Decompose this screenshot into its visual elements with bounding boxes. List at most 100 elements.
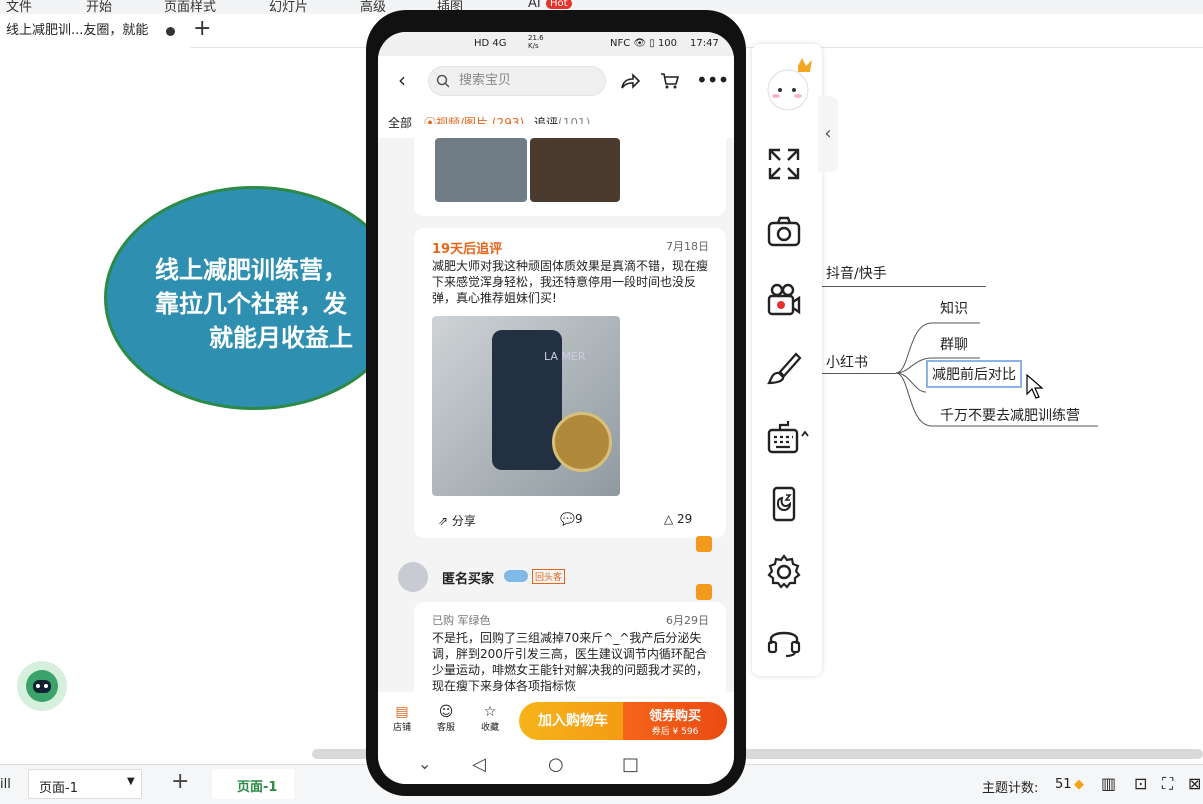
returning-customer-badge: 回头客 — [532, 569, 566, 584]
mouse-cursor-icon — [1026, 374, 1044, 399]
support-headset-icon[interactable] — [766, 622, 802, 658]
buy-sub-price: 券后 ¥ 596 — [651, 727, 699, 737]
signal-indicator: HD 4G — [474, 38, 507, 49]
review-photo-2[interactable] — [530, 138, 620, 202]
nav-down-chevron-icon[interactable]: ⌄ — [418, 754, 431, 773]
like-count: 29 — [677, 512, 693, 526]
review-photo-1[interactable] — [435, 138, 527, 202]
search-input[interactable]: 搜索宝贝 — [428, 66, 606, 96]
vip-badge-icon — [504, 570, 528, 582]
review-date: 7月18日 — [666, 240, 709, 253]
share-label: 分享 — [451, 514, 476, 528]
keyboard-icon[interactable] — [766, 420, 814, 456]
reviewer-name: 匿名买家 — [442, 572, 495, 587]
menu-advanced[interactable]: 高级 — [360, 0, 386, 14]
settings-gear-icon[interactable] — [766, 554, 802, 590]
star-icon: ☆ — [483, 704, 497, 720]
collapse-toolbar-chevron-icon[interactable]: ‹ — [818, 96, 838, 172]
branch-line-xhs — [820, 373, 896, 374]
chevron-down-icon: ▼ — [127, 776, 135, 787]
share-button[interactable]: ⇗ 分享 — [438, 512, 476, 529]
comment-button[interactable]: 💬9 — [560, 512, 583, 526]
review2-date: 6月29日 — [666, 614, 709, 627]
topic-before-after[interactable]: 减肥前后对比 — [926, 360, 1022, 388]
add-page-icon[interactable]: + — [171, 769, 189, 794]
service-label: 客服 — [436, 723, 455, 733]
fit-page-icon[interactable]: ⊡ — [1134, 774, 1147, 793]
purchase-variant: 已购 军绿色 — [432, 614, 491, 627]
followup-tag: 19天后追评 — [432, 242, 503, 257]
branch-line-douyin — [820, 286, 986, 287]
avatar — [398, 562, 428, 592]
nav-recents-icon[interactable]: □ — [622, 754, 639, 775]
search-placeholder: 搜索宝贝 — [459, 73, 512, 88]
central-topic-node[interactable]: 线上减肥训练营， 靠拉几个社群，发 就能月收益上 — [104, 186, 404, 410]
unsaved-dot-icon[interactable] — [166, 27, 175, 36]
side-check-badge-icon[interactable] — [696, 584, 712, 600]
shop-label: 店铺 — [392, 723, 411, 733]
mascot-avatar-icon[interactable] — [760, 54, 816, 114]
floating-toolbar — [752, 44, 822, 676]
phone-clock: 17:47 — [690, 38, 719, 49]
shop-button[interactable]: ▤ 店铺 — [390, 704, 414, 733]
like-button[interactable]: △ 29 — [664, 512, 692, 526]
central-topic-line-3: 就能月收益上 — [209, 324, 353, 352]
product-dish — [552, 412, 612, 472]
search-icon — [436, 74, 450, 88]
phone-status-bar: HD 4G 21.6 K/s NFC 👁 ▯ 100 17:47 — [378, 32, 734, 56]
fullscreen-toggle-icon[interactable]: ⛶ — [1162, 774, 1173, 794]
nav-back-icon[interactable]: ◁ — [472, 754, 486, 775]
menu-file[interactable]: 文件 — [6, 0, 32, 14]
topic-xiaohongshu[interactable]: 小红书 — [826, 352, 868, 372]
back-chevron-icon[interactable]: ‹ — [398, 68, 406, 92]
review-text: 减肥大师对我这种顽固体质效果是真滴不错，现在瘦下来感觉浑身轻松，我还特意停用一段… — [432, 259, 709, 305]
shield-icon: ◆ — [1074, 777, 1084, 792]
filter-all[interactable]: 全部 — [388, 114, 412, 131]
central-topic-line-1: 线上减肥训练营， — [155, 256, 347, 284]
product-label: LA MER — [544, 350, 586, 363]
topic-douyin-kuaishou[interactable]: 抖音/快手 — [826, 263, 887, 283]
more-dots-icon[interactable]: ••• — [696, 68, 729, 92]
network-speed: 21.6 K/s — [528, 34, 544, 50]
menu-start[interactable]: 开始 — [86, 0, 112, 14]
side-image-badge-icon[interactable] — [696, 536, 712, 552]
add-to-cart-button[interactable]: 加入购物车 — [519, 702, 627, 740]
add-tab-icon[interactable]: + — [193, 16, 211, 41]
topic-knowledge[interactable]: 知识 — [940, 298, 968, 318]
share-arrow-icon[interactable] — [620, 72, 640, 90]
service-button[interactable]: ☺ 客服 — [434, 704, 458, 733]
page-tab-label: 页面-1 — [237, 780, 278, 795]
topic-group-chat[interactable]: 群聊 — [940, 334, 968, 354]
brush-icon[interactable] — [766, 350, 802, 386]
topic-count-label: 主题计数: — [982, 781, 1039, 796]
topic-dont-join[interactable]: 千万不要去减肥训练营 — [940, 405, 1080, 425]
favorite-label: 收藏 — [480, 723, 499, 733]
phone-screen[interactable]: HD 4G 21.6 K/s NFC 👁 ▯ 100 17:47 ‹ 搜索宝贝 … — [378, 32, 734, 784]
favorite-button[interactable]: ☆ 收藏 — [478, 704, 502, 733]
book-view-icon[interactable]: ▥ — [1101, 774, 1116, 793]
service-icon: ☺ — [438, 704, 454, 720]
screenshot-camera-icon[interactable] — [766, 214, 802, 250]
add-to-cart-label: 加入购物车 — [538, 713, 608, 729]
phone-mirror-icon[interactable] — [766, 486, 802, 522]
menu-slides[interactable]: 幻灯片 — [269, 0, 308, 14]
review-product-photo[interactable]: LA MER — [432, 316, 620, 496]
hot-badge: Hot — [546, 0, 572, 9]
page-select[interactable]: 页面-1 ▼ — [28, 769, 142, 799]
buy-with-coupon-button[interactable]: 领券购买 券后 ¥ 596 — [623, 702, 727, 740]
menu-page-style[interactable]: 页面样式 — [164, 0, 216, 14]
status-icons: NFC 👁 ▯ 100 — [610, 38, 678, 49]
record-video-icon[interactable] — [766, 282, 802, 318]
cart-icon[interactable] — [660, 72, 680, 90]
status-left-stub: ill — [0, 777, 11, 792]
bot-face-icon — [33, 680, 51, 693]
topic-count-value: 51 — [1055, 777, 1072, 792]
close-panel-icon[interactable]: ⊠ — [1188, 774, 1201, 793]
nav-home-icon[interactable]: ○ — [548, 754, 564, 775]
android-nav-bar: ⌄ ◁ ○ □ — [378, 748, 734, 784]
buy-label: 领券购买 — [648, 709, 701, 724]
fullscreen-icon[interactable] — [766, 146, 802, 182]
document-tab[interactable]: 线上减肥训...友圈，就能 — [0, 14, 190, 48]
assistant-bot-icon[interactable] — [17, 661, 67, 711]
page-tab-active[interactable]: 页面-1 — [212, 769, 294, 799]
